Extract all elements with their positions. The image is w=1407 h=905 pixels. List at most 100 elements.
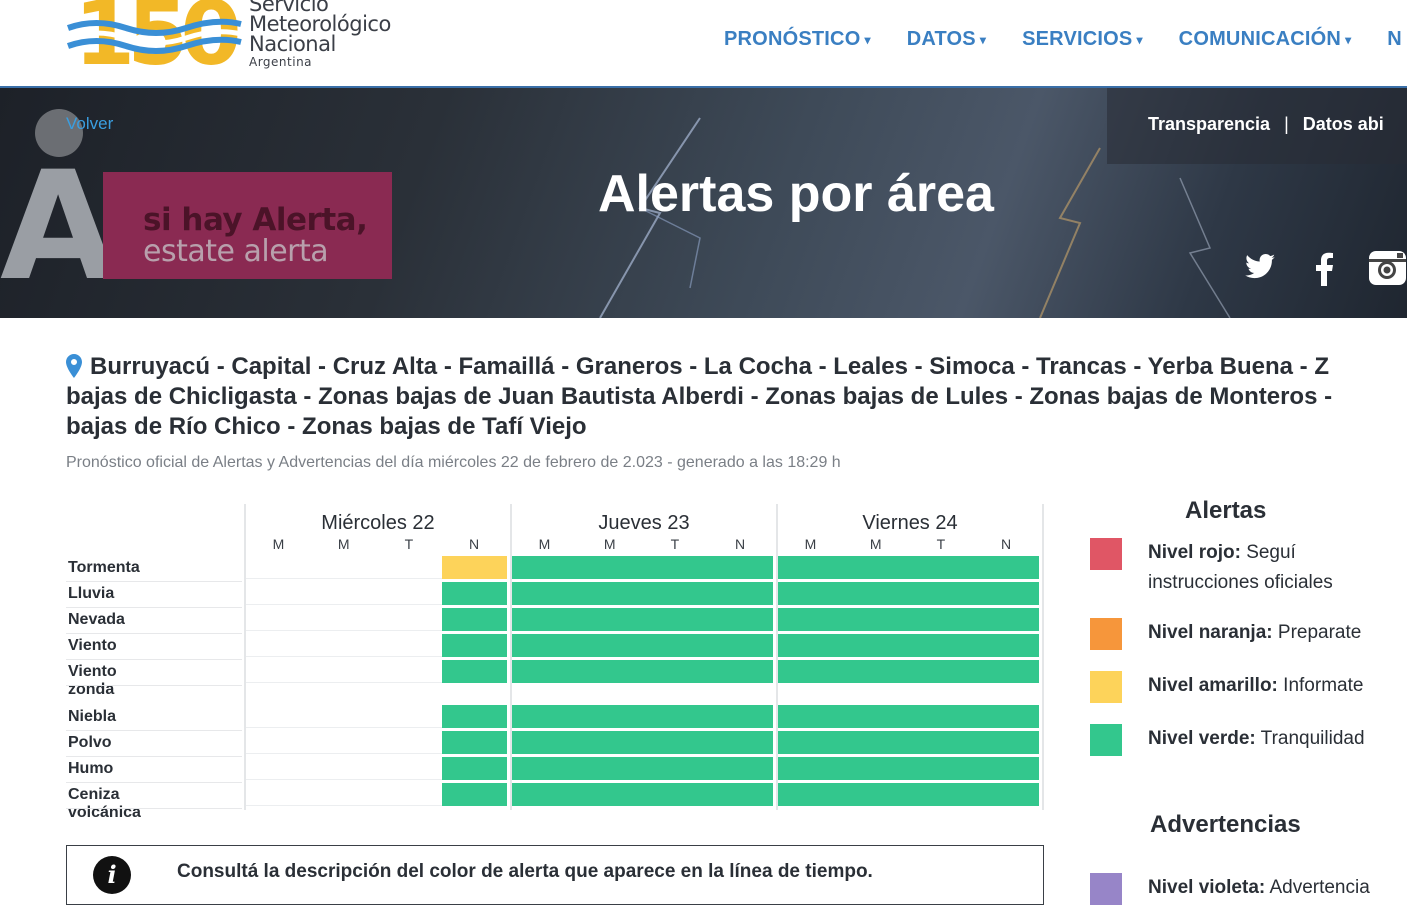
day-header: Jueves 23 xyxy=(598,512,690,534)
timeline-cell xyxy=(441,783,508,806)
twitter-icon[interactable] xyxy=(1244,252,1276,282)
timeline-cell xyxy=(441,608,508,631)
timeline-cell xyxy=(843,783,909,806)
slot-header: M xyxy=(804,536,817,552)
facebook-icon[interactable] xyxy=(1314,252,1334,286)
timeline-cell xyxy=(707,731,774,754)
timeline-cell xyxy=(512,634,578,657)
hazard-label: Nevada xyxy=(68,611,125,628)
area-line-3: bajas de Río Chico - Zonas bajas de Tafí… xyxy=(66,413,587,440)
chevron-down-icon: ▾ xyxy=(864,32,871,47)
hazard-label: Polvo xyxy=(68,734,112,751)
timeline-cell xyxy=(778,731,844,754)
timeline-cell xyxy=(642,783,709,806)
timeline-cell xyxy=(778,660,844,683)
timeline-cell xyxy=(441,731,508,754)
timeline-cell xyxy=(908,556,975,579)
timeline-cell xyxy=(577,660,643,683)
timeline-cell xyxy=(778,582,844,605)
timeline-cell xyxy=(512,757,578,780)
timeline-cell xyxy=(246,731,312,754)
slot-header: M xyxy=(538,536,551,552)
timeline-cell xyxy=(843,608,909,631)
map-pin-icon xyxy=(66,354,82,378)
nav-label: COMUNICACIÓN xyxy=(1178,28,1342,50)
timeline-cell xyxy=(376,757,443,780)
timeline-cell xyxy=(707,608,774,631)
timeline-cell xyxy=(973,757,1040,780)
timeline-cell xyxy=(246,783,312,806)
nav-servicios[interactable]: SERVICIOS ▾ xyxy=(1022,28,1143,51)
back-link[interactable]: Volver xyxy=(66,114,113,134)
datos-abiertos-link[interactable]: Datos abi xyxy=(1303,114,1384,134)
swatch-naranja xyxy=(1090,618,1122,650)
hazard-label: Humo xyxy=(68,760,114,777)
timeline-cell xyxy=(642,608,709,631)
slot-header: N xyxy=(1001,536,1012,552)
legend-desc: Seguí xyxy=(1246,542,1296,563)
timeline-cell xyxy=(246,634,312,657)
timeline-cell xyxy=(707,757,774,780)
timeline-cell xyxy=(973,556,1040,579)
forecast-subtitle: Pronóstico oficial de Alertas y Adverten… xyxy=(66,454,841,471)
nav-datos[interactable]: DATOS ▾ xyxy=(907,28,986,51)
timeline-cell xyxy=(908,608,975,631)
timeline-cell xyxy=(778,634,844,657)
nav-pronostico[interactable]: PRONÓSTICO ▾ xyxy=(724,28,871,51)
timeline-cell xyxy=(577,705,643,728)
timeline-cell xyxy=(311,757,377,780)
transparencia-link[interactable]: Transparencia xyxy=(1148,114,1270,134)
legend-desc: instrucciones oficiales xyxy=(1148,572,1333,593)
timeline-cell xyxy=(376,731,443,754)
timeline-cell xyxy=(908,731,975,754)
timeline-cell xyxy=(973,582,1040,605)
top-links: Transparencia | Datos abi xyxy=(1148,114,1384,135)
logo-line: Nacional xyxy=(249,32,336,56)
timeline-cell xyxy=(973,608,1040,631)
timeline-cell xyxy=(577,582,643,605)
timeline-cell xyxy=(376,783,443,806)
row-divider xyxy=(66,756,242,757)
timeline-cell xyxy=(642,757,709,780)
info-icon: i xyxy=(93,856,131,894)
nav-label: N xyxy=(1387,28,1402,50)
timeline-cell xyxy=(512,660,578,683)
timeline-cell xyxy=(376,660,443,683)
slot-header: T xyxy=(404,536,414,552)
timeline-cell xyxy=(973,660,1040,683)
campaign-badge: si hay Alerta, estate alerta xyxy=(103,172,392,279)
slot-header: N xyxy=(735,536,746,552)
timeline-cell xyxy=(441,705,508,728)
day-header: Viernes 24 xyxy=(862,512,958,534)
smn-150-logo[interactable]: 150 xyxy=(66,0,266,72)
timeline-cell xyxy=(376,705,443,728)
timeline-cell xyxy=(642,556,709,579)
timeline-cell xyxy=(843,757,909,780)
timeline-cell xyxy=(843,660,909,683)
timeline-cell xyxy=(707,634,774,657)
main-nav: PRONÓSTICO ▾ DATOS ▾ SERVICIOS ▾ COMUNICACI… xyxy=(724,28,1407,51)
timeline-cell xyxy=(376,556,443,579)
timeline-cell xyxy=(441,634,508,657)
instagram-icon[interactable] xyxy=(1368,250,1407,286)
timeline-cell xyxy=(512,556,578,579)
timeline-cell xyxy=(973,634,1040,657)
hazard-label: Viento zonda xyxy=(68,663,117,698)
timeline-cell xyxy=(908,582,975,605)
nav-comunicacion[interactable]: COMUNICACIÓN ▾ xyxy=(1179,28,1352,51)
legend-desc: Tranquilidad xyxy=(1260,728,1365,749)
nav-more[interactable]: N xyxy=(1387,28,1402,51)
timeline-cell xyxy=(778,783,844,806)
timeline-cell xyxy=(441,582,508,605)
legend-amarillo: Nivel amarillo: Informate xyxy=(1148,671,1363,701)
timeline-cell xyxy=(246,705,312,728)
day-header: Miércoles 22 xyxy=(321,512,435,534)
link-separator: | xyxy=(1284,114,1289,134)
hazard-label: Niebla xyxy=(68,708,117,725)
swatch-amarillo xyxy=(1090,671,1122,703)
logo-line: Meteorológico xyxy=(249,12,391,36)
legend-desc: Advertencia xyxy=(1269,877,1370,898)
timeline-cell xyxy=(908,660,975,683)
legend-rojo: Nivel rojo: Seguí instrucciones oficiales xyxy=(1148,538,1333,598)
swatch-rojo xyxy=(1090,538,1122,570)
